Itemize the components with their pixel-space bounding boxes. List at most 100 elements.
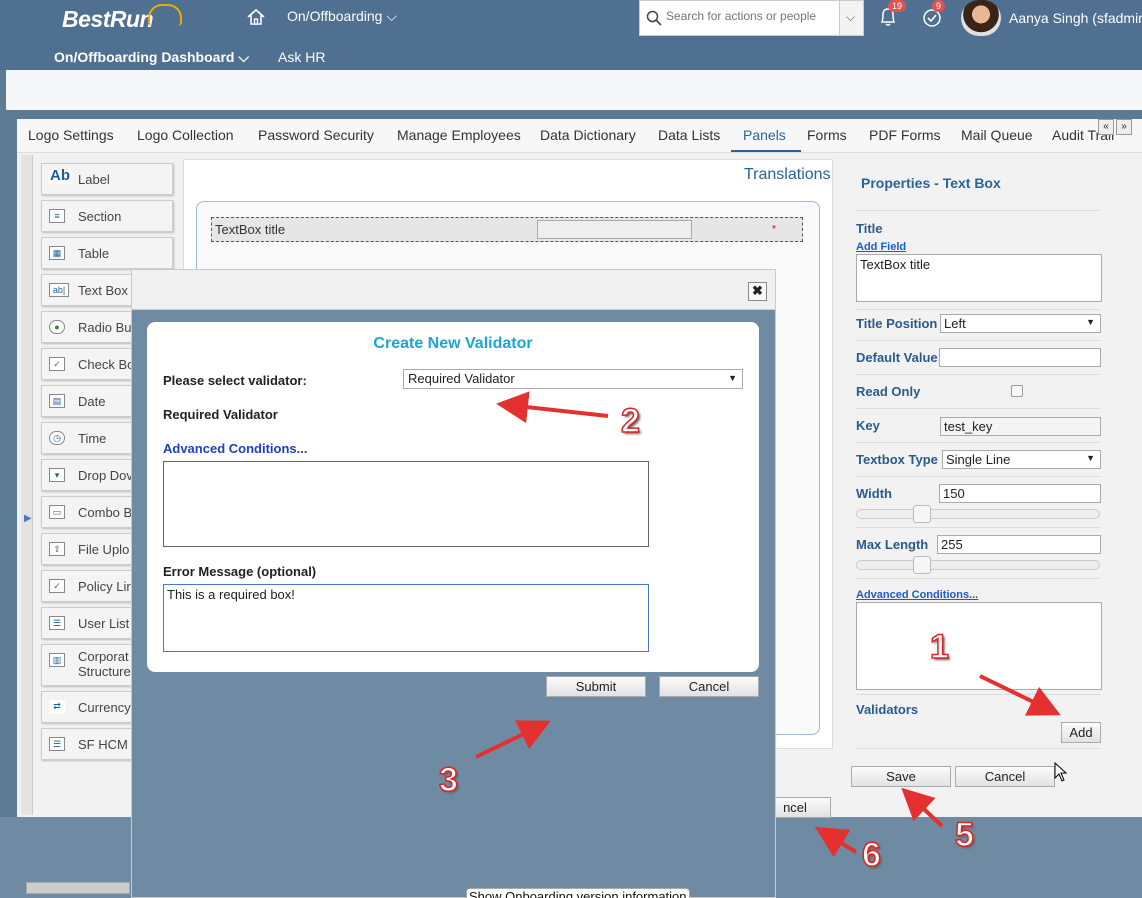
search-input[interactable] <box>666 9 836 23</box>
width-input[interactable]: 150 <box>939 484 1101 503</box>
dashboard-menu-label: On/Offboarding Dashboard <box>54 49 235 65</box>
tab-logo-collection[interactable]: Logo Collection <box>137 127 234 143</box>
divider <box>856 210 1100 211</box>
palette-item-label-text: Date <box>78 394 106 409</box>
upload-icon: ⇧ <box>49 542 65 556</box>
annotation-6: 6 <box>861 835 881 875</box>
palette-item-table[interactable]: ▦ Table <box>41 237 173 269</box>
textbox-input-preview <box>537 220 692 239</box>
read-only-label: Read Only <box>856 384 921 399</box>
palette-item-label-text: Radio Bu <box>78 320 132 335</box>
label-icon: Ab <box>48 167 72 184</box>
translations-link[interactable]: Translations <box>744 166 831 184</box>
company-logo[interactable]: BestRun <box>62 6 154 33</box>
title-textarea[interactable]: TextBox title <box>856 254 1102 302</box>
textbox-type-select[interactable]: Single Line <box>942 450 1101 469</box>
submit-button[interactable]: Submit <box>546 676 646 697</box>
advanced-conditions-link[interactable]: Advanced Conditions... <box>856 589 978 601</box>
validators-label: Validators <box>856 702 919 717</box>
divider <box>856 578 1100 579</box>
max-length-label: Max Length <box>856 537 929 552</box>
modal-header: ✖ <box>132 270 775 310</box>
tabs-scroll-right-button[interactable]: » <box>1116 119 1132 135</box>
avatar[interactable] <box>961 0 1001 36</box>
textbox-field-preview[interactable]: TextBox title * <box>211 217 803 242</box>
max-length-slider-handle[interactable] <box>913 556 931 574</box>
read-only-checkbox[interactable] <box>1011 385 1023 397</box>
mouse-cursor-icon <box>1054 762 1068 782</box>
default-value-input[interactable] <box>939 348 1101 367</box>
validator-select[interactable]: Required Validator <box>403 369 743 389</box>
tasks-badge: 9 <box>932 0 946 12</box>
tab-mail-queue[interactable]: Mail Queue <box>961 127 1033 143</box>
table-icon: ▦ <box>49 246 65 260</box>
create-validator-dialog: Create New Validator Please select valid… <box>147 322 759 672</box>
divider <box>856 309 1100 310</box>
max-length-input[interactable]: 255 <box>937 535 1101 554</box>
error-message-textarea[interactable]: This is a required box! <box>163 584 649 652</box>
horizontal-scrollbar[interactable] <box>26 882 130 894</box>
version-info-button[interactable]: Show Onboarding version information <box>466 888 690 898</box>
advanced-conditions-link[interactable]: Advanced Conditions... <box>163 441 307 456</box>
palette-item-label-text: Combo B <box>78 505 133 520</box>
required-marker: * <box>772 224 776 235</box>
corporate-icon: ▥ <box>49 653 65 667</box>
title-position-select[interactable]: Left <box>940 314 1101 333</box>
width-slider-handle[interactable] <box>913 505 931 523</box>
palette-item-label-text: File Uplo <box>78 542 130 557</box>
admin-tabs: Logo Settings Logo Collection Password S… <box>17 119 1142 153</box>
cancel-button[interactable]: Cancel <box>955 766 1055 787</box>
advanced-conditions-textarea[interactable] <box>856 602 1102 690</box>
palette-item-label[interactable]: Ab Label <box>41 163 173 195</box>
policy-icon: ✓ <box>49 579 65 593</box>
sfhcm-icon: ☰ <box>49 737 65 751</box>
search-box: ⌵ <box>639 0 864 36</box>
tab-manage-employees[interactable]: Manage Employees <box>397 127 521 143</box>
tab-data-lists[interactable]: Data Lists <box>658 127 720 143</box>
palette-item-section[interactable]: ≡ Section <box>41 200 173 232</box>
chevron-down-icon: ⌵ <box>386 8 397 24</box>
dashboard-menu[interactable]: On/Offboarding Dashboard ⌵ <box>54 49 249 66</box>
palette-item-label-text: Time <box>78 431 107 446</box>
width-slider[interactable] <box>856 505 1100 523</box>
search-dropdown-button[interactable]: ⌵ <box>839 1 863 35</box>
annotation-2: 2 <box>620 401 640 441</box>
palette-item-label-text: Currency <box>78 700 131 715</box>
module-menu[interactable]: On/Offboarding ⌵ <box>287 8 397 25</box>
palette-item-label-text: User List <box>78 616 130 631</box>
dialog-cancel-button[interactable]: Cancel <box>659 676 759 697</box>
tab-pdf-forms[interactable]: PDF Forms <box>869 127 941 143</box>
tab-panels[interactable]: Panels <box>743 127 786 143</box>
title-position-label: Title Position <box>856 316 938 331</box>
tab-forms[interactable]: Forms <box>807 127 847 143</box>
advanced-conditions-textarea[interactable] <box>163 461 649 547</box>
select-validator-label: Please select validator: <box>163 373 307 388</box>
error-message-label: Error Message (optional) <box>163 564 317 579</box>
tab-password-security[interactable]: Password Security <box>258 127 374 143</box>
palette-item-label-text: Check Bo <box>78 357 135 372</box>
divider <box>856 408 1100 409</box>
save-button[interactable]: Save <box>851 766 951 787</box>
tabs-scroll-left-button[interactable]: « <box>1098 119 1114 135</box>
annotation-3: 3 <box>438 760 458 800</box>
page-band <box>6 70 1142 110</box>
tab-logo-settings[interactable]: Logo Settings <box>28 127 114 143</box>
divider <box>856 527 1100 528</box>
calendar-icon: ▤ <box>49 394 65 408</box>
shell-bar: BestRun On/Offboarding ⌵ ⌵ 19 9 Aanya Si… <box>0 0 1142 70</box>
annotation-5: 5 <box>954 815 974 855</box>
home-icon[interactable] <box>246 7 266 27</box>
add-field-link[interactable]: Add Field <box>856 241 906 253</box>
max-length-slider[interactable] <box>856 556 1100 574</box>
add-validator-button[interactable]: Add <box>1061 722 1101 743</box>
clock-icon: ◷ <box>49 431 65 445</box>
close-icon[interactable]: ✖ <box>748 282 767 301</box>
expand-icon[interactable]: ▶ <box>24 513 32 524</box>
textbox-icon: ab| <box>49 283 69 297</box>
user-name[interactable]: Aanya Singh (sfadmin <box>1009 10 1142 26</box>
left-gutter <box>21 155 33 815</box>
palette-item-label-text: Text Box <box>78 283 128 298</box>
ask-hr-link[interactable]: Ask HR <box>278 49 325 65</box>
tab-data-dictionary[interactable]: Data Dictionary <box>540 127 636 143</box>
key-input[interactable]: test_key <box>940 417 1101 436</box>
